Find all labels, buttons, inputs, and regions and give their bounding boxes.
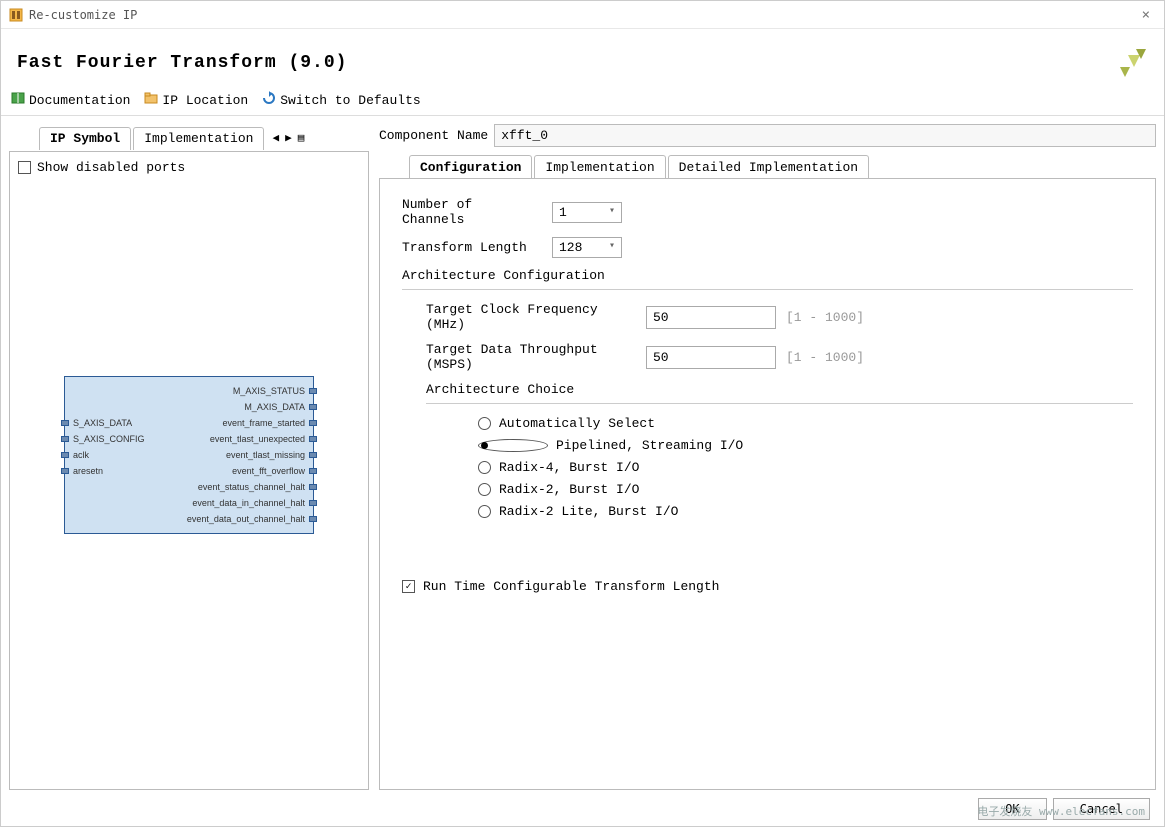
tab-detailed-implementation[interactable]: Detailed Implementation xyxy=(668,155,869,179)
ok-button[interactable]: OK xyxy=(978,798,1046,820)
tab-list-icon[interactable]: ▤ xyxy=(298,131,305,145)
num-channels-select[interactable]: 1 xyxy=(552,202,622,223)
vivado-logo-icon xyxy=(1116,47,1148,79)
radio-auto-label: Automatically Select xyxy=(499,416,655,431)
title-bar: Re-customize IP × xyxy=(1,1,1164,29)
port-in-3: aresetn xyxy=(73,466,103,476)
clock-freq-input[interactable] xyxy=(646,306,776,329)
radio-pipelined-label: Pipelined, Streaming I/O xyxy=(556,438,743,453)
tab-configuration[interactable]: Configuration xyxy=(409,155,532,179)
num-channels-label: Number of Channels xyxy=(402,197,542,227)
port-in-1: S_AXIS_CONFIG xyxy=(73,434,145,444)
refresh-icon xyxy=(262,91,276,109)
radio-radix2lite[interactable] xyxy=(478,505,491,518)
port-out-0: M_AXIS_STATUS xyxy=(233,386,305,396)
main-area: IP Symbol Implementation ◀ ▶ ▤ Show disa… xyxy=(1,116,1164,792)
arch-config-heading: Architecture Configuration xyxy=(402,268,1133,283)
port-out-3: event_tlast_unexpected xyxy=(210,434,305,444)
throughput-label: Target Data Throughput (MSPS) xyxy=(426,342,636,372)
port-out-5: event_fft_overflow xyxy=(232,466,305,476)
port-out-7: event_data_in_channel_halt xyxy=(192,498,305,508)
radio-radix2[interactable] xyxy=(478,483,491,496)
tab-implementation[interactable]: Implementation xyxy=(534,155,665,179)
tab-next-icon[interactable]: ▶ xyxy=(285,131,292,145)
port-out-1: M_AXIS_DATA xyxy=(244,402,305,412)
ip-location-label: IP Location xyxy=(162,93,248,108)
arch-choice-radios: Automatically Select Pipelined, Streamin… xyxy=(426,416,1133,519)
show-disabled-label: Show disabled ports xyxy=(37,160,185,175)
show-disabled-checkbox[interactable] xyxy=(18,161,31,174)
radio-radix2-label: Radix-2, Burst I/O xyxy=(499,482,639,497)
folder-icon xyxy=(144,91,158,109)
switch-defaults-link[interactable]: Switch to Defaults xyxy=(262,91,420,109)
right-pane: Component Name Configuration Implementat… xyxy=(379,124,1156,790)
left-pane: IP Symbol Implementation ◀ ▶ ▤ Show disa… xyxy=(9,124,369,790)
port-in-2: aclk xyxy=(73,450,89,460)
symbol-panel: Show disabled ports M_AXIS_STATUS M_AXIS… xyxy=(9,151,369,790)
app-icon xyxy=(9,8,23,22)
config-panel: Number of Channels 1 Transform Length 12… xyxy=(379,178,1156,790)
left-tabs: IP Symbol Implementation ◀ ▶ ▤ xyxy=(9,124,369,152)
component-name-label: Component Name xyxy=(379,128,488,143)
clock-freq-range: [1 - 1000] xyxy=(786,310,864,325)
transform-length-select[interactable]: 128 xyxy=(552,237,622,258)
documentation-label: Documentation xyxy=(29,93,130,108)
port-out-4: event_tlast_missing xyxy=(226,450,305,460)
tab-ip-symbol[interactable]: IP Symbol xyxy=(39,127,131,150)
book-icon xyxy=(11,91,25,109)
toolbar: Documentation IP Location Switch to Defa… xyxy=(1,85,1164,116)
radio-auto[interactable] xyxy=(478,417,491,430)
throughput-input[interactable] xyxy=(646,346,776,369)
port-out-2: event_frame_started xyxy=(222,418,305,428)
window-title: Re-customize IP xyxy=(29,8,137,22)
runtime-config-label: Run Time Configurable Transform Length xyxy=(423,579,719,594)
port-out-6: event_status_channel_halt xyxy=(198,482,305,492)
transform-length-label: Transform Length xyxy=(402,240,542,255)
tab-prev-icon[interactable]: ◀ xyxy=(272,131,279,145)
clock-freq-label: Target Clock Frequency (MHz) xyxy=(426,302,636,332)
component-name-input[interactable] xyxy=(494,124,1156,147)
ip-name-heading: Fast Fourier Transform (9.0) xyxy=(17,53,347,73)
throughput-range: [1 - 1000] xyxy=(786,350,864,365)
port-in-0: S_AXIS_DATA xyxy=(73,418,132,428)
ip-location-link[interactable]: IP Location xyxy=(144,91,248,109)
radio-radix4[interactable] xyxy=(478,461,491,474)
footer: OK Cancel xyxy=(1,792,1164,826)
radio-radix4-label: Radix-4, Burst I/O xyxy=(499,460,639,475)
port-out-8: event_data_out_channel_halt xyxy=(187,514,305,524)
header: Fast Fourier Transform (9.0) xyxy=(1,29,1164,85)
radio-radix2lite-label: Radix-2 Lite, Burst I/O xyxy=(499,504,678,519)
switch-defaults-label: Switch to Defaults xyxy=(280,93,420,108)
cancel-button[interactable]: Cancel xyxy=(1053,798,1150,820)
radio-pipelined[interactable] xyxy=(478,439,548,452)
documentation-link[interactable]: Documentation xyxy=(11,91,130,109)
arch-choice-heading: Architecture Choice xyxy=(426,382,1133,397)
tab-implementation-left[interactable]: Implementation xyxy=(133,127,264,150)
runtime-config-checkbox[interactable]: ✓ xyxy=(402,580,415,593)
close-icon[interactable]: × xyxy=(1136,7,1156,23)
ip-block-diagram: M_AXIS_STATUS M_AXIS_DATA S_AXIS_DATAeve… xyxy=(64,376,314,534)
